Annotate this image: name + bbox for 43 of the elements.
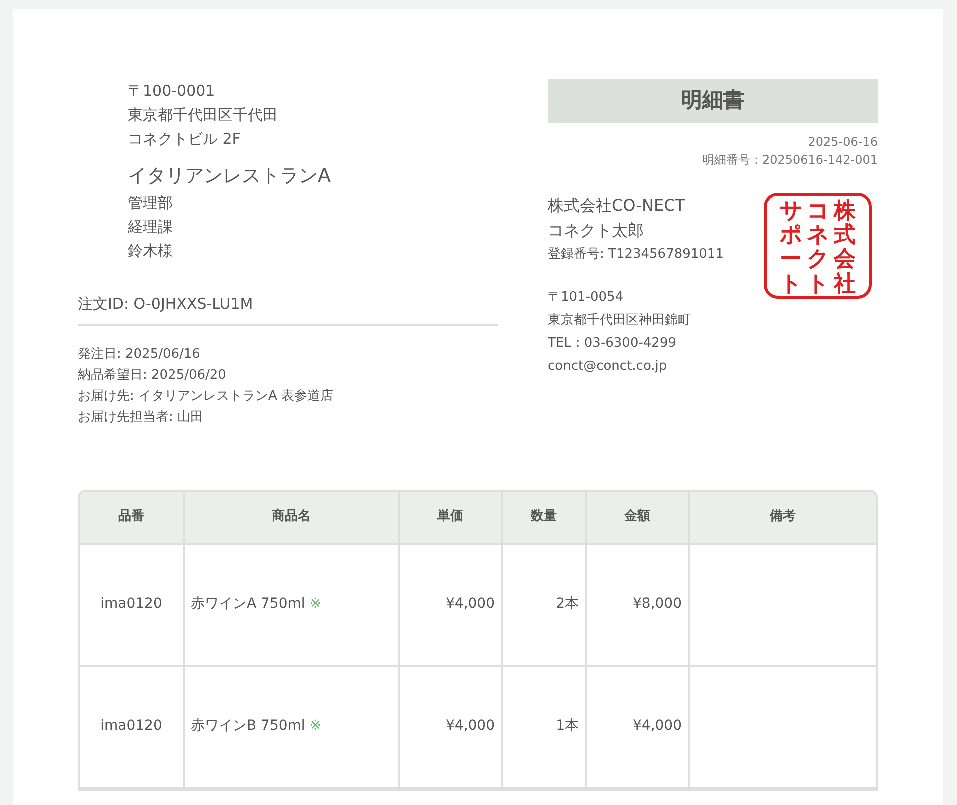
order-id: 注文ID: O-0JHXXS-LU1M bbox=[78, 293, 498, 326]
order-detail: 発注日: 2025/06/16 bbox=[78, 346, 202, 364]
recipient-line: 鈴木様 bbox=[128, 241, 174, 262]
issuer-address: 東京都千代田区神田錦町 bbox=[548, 312, 692, 330]
product-name: 赤ワインB 750ml bbox=[191, 718, 306, 734]
note-mark: ※ bbox=[310, 718, 322, 734]
table-cell: 2本 bbox=[502, 544, 586, 666]
document-title: 明細書 bbox=[548, 79, 878, 123]
seal-text: コネクト bbox=[807, 200, 829, 296]
address-line: コネクトビル 2F bbox=[128, 129, 242, 150]
column-header: 金額 bbox=[586, 492, 689, 544]
issuer-email: conct@conct.co.jp bbox=[548, 358, 668, 376]
product-name: 赤ワインA 750ml bbox=[191, 596, 306, 612]
issuer-postal-code: 〒101-0054 bbox=[548, 289, 625, 307]
column-header: 備考 bbox=[689, 492, 876, 544]
table-cell: 1本 bbox=[502, 666, 586, 788]
table-cell: ¥8,000 bbox=[586, 544, 689, 666]
address-line: 東京都千代田区千代田 bbox=[128, 105, 279, 126]
issuer-phone: TEL：03-6300-4299 bbox=[548, 335, 678, 353]
recipient-line: 経理課 bbox=[128, 217, 174, 238]
table-cell: ¥4,000 bbox=[399, 666, 502, 788]
column-header: 数量 bbox=[502, 492, 586, 544]
table-cell: ¥4,000 bbox=[399, 544, 502, 666]
registration-number: 登録番号: T1234567891011 bbox=[548, 246, 724, 264]
document-date: 2025-06-16 bbox=[808, 134, 878, 151]
address-line: 〒100-0001 bbox=[128, 81, 216, 102]
issuer-company: 株式会社CO-NECT bbox=[548, 195, 686, 217]
issuer-person: コネクト太郎 bbox=[548, 220, 645, 242]
table-cell: ¥4,000 bbox=[586, 666, 689, 788]
recipient-line: 管理部 bbox=[128, 193, 174, 214]
column-header: 単価 bbox=[399, 492, 502, 544]
recipient-company: イタリアンレストランA bbox=[128, 164, 332, 189]
seal-text: 株式会社 bbox=[834, 200, 856, 296]
column-header: 品番 bbox=[80, 492, 184, 544]
seal-text: サポート bbox=[780, 200, 802, 296]
column-header: 商品名 bbox=[184, 492, 399, 544]
note-mark: ※ bbox=[310, 596, 322, 612]
order-detail: 納品希望日: 2025/06/20 bbox=[78, 366, 228, 384]
document-number: 明細番号：20250616-142-001 bbox=[702, 152, 878, 169]
table-cell: ima0120 bbox=[80, 544, 184, 666]
order-detail: お届け先担当者: 山田 bbox=[78, 408, 205, 426]
order-detail: お届け先: イタリアンレストランA 表参道店 bbox=[78, 388, 335, 406]
table-cell: ima0120 bbox=[80, 666, 184, 788]
